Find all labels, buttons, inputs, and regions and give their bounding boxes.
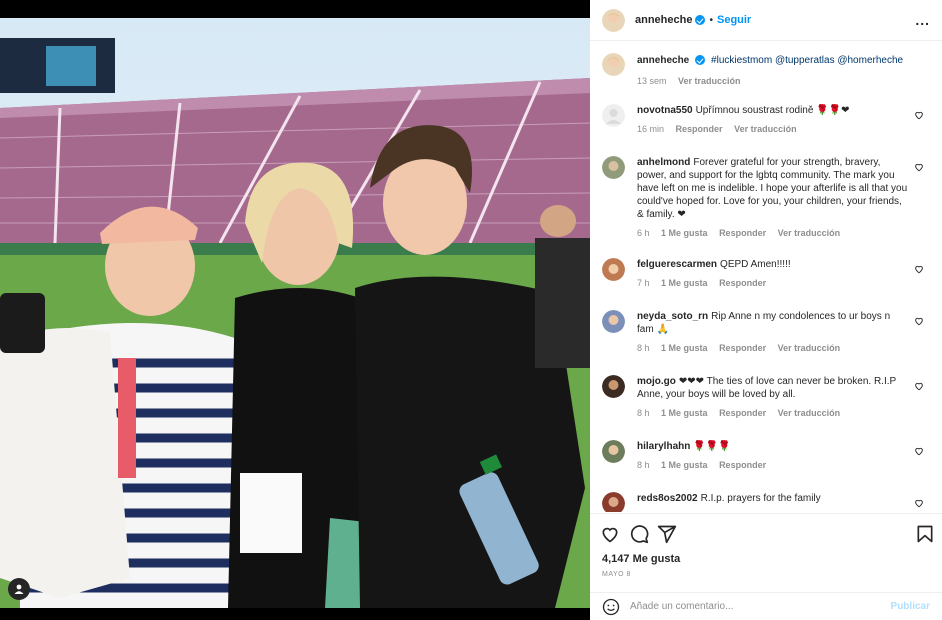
post-caption: anneheche #luckiestmom @tupperatlas @hom… xyxy=(602,53,932,86)
like-count[interactable]: 4,147 Me gusta xyxy=(602,553,680,565)
comment-username[interactable]: reds8os2002 xyxy=(637,493,698,504)
comment-username[interactable]: anhelmond xyxy=(637,157,690,168)
caption-username[interactable]: anneheche xyxy=(637,55,689,66)
add-comment-input[interactable] xyxy=(630,601,880,612)
post-actions: 4,147 Me gusta MAYO 8 xyxy=(590,513,942,593)
comment-text: QEPD Amen!!!!! xyxy=(720,259,791,270)
heart-icon[interactable] xyxy=(914,381,924,391)
like-count[interactable]: 1 Me gusta xyxy=(661,408,708,418)
reply-button[interactable]: Responder xyxy=(719,278,766,288)
post-username[interactable]: anneheche xyxy=(635,14,692,26)
share-icon[interactable] xyxy=(657,524,677,544)
heart-icon[interactable] xyxy=(914,264,924,274)
comment-time[interactable]: 7 h xyxy=(637,278,650,288)
avatar[interactable] xyxy=(602,53,625,76)
heart-icon[interactable] xyxy=(914,498,924,508)
comment-text: 🌹🌹🌹 xyxy=(693,441,731,452)
comment-item: hilarylhahn 🌹🌹🌹 8 h 1 Me gusta Responder xyxy=(602,440,932,470)
caption-time[interactable]: 13 sem xyxy=(637,76,667,86)
verified-badge-icon xyxy=(695,55,706,66)
add-comment-bar: Publicar xyxy=(590,592,942,620)
comment-item: neyda_soto_rn Rip Anne n my condolences t… xyxy=(602,310,932,353)
comment-username[interactable]: felgueres​carmen xyxy=(637,259,717,270)
post-photo[interactable] xyxy=(0,18,590,608)
like-count[interactable]: 1 Me gusta xyxy=(661,278,708,288)
publish-button[interactable]: Publicar xyxy=(891,601,930,612)
comment-time[interactable]: 8 h xyxy=(637,460,650,470)
comment-time[interactable]: 16 min xyxy=(637,124,664,134)
comment-username[interactable]: hilarylhahn xyxy=(637,441,690,452)
more-icon[interactable]: ... xyxy=(915,12,930,28)
avatar[interactable] xyxy=(602,492,625,512)
comment-item: felgueres​carmen QEPD Amen!!!!! 7 h 1 Me … xyxy=(602,258,932,288)
verified-badge-icon xyxy=(695,15,706,25)
follow-button[interactable]: Seguir xyxy=(717,14,751,26)
comment-time[interactable]: 8 h xyxy=(637,343,650,353)
avatar[interactable] xyxy=(602,310,625,333)
reply-button[interactable]: Responder xyxy=(676,124,723,134)
reply-button[interactable]: Responder xyxy=(719,460,766,470)
translate-link[interactable]: Ver traducción xyxy=(778,408,841,418)
post-date[interactable]: MAYO 8 xyxy=(602,571,631,578)
heart-icon[interactable] xyxy=(914,162,924,172)
post-sidebar: anneheche • Seguir ... anneheche #luckie… xyxy=(590,0,942,620)
comment-username[interactable]: neyda_soto_rn xyxy=(637,311,708,322)
comment-username[interactable]: novotna550 xyxy=(637,105,693,116)
separator-dot: • xyxy=(709,14,713,26)
avatar[interactable] xyxy=(602,156,625,179)
translate-link[interactable]: Ver traducción xyxy=(778,228,841,238)
post-header: anneheche • Seguir ... xyxy=(590,0,942,41)
heart-icon[interactable] xyxy=(914,110,924,120)
like-count[interactable]: 1 Me gusta xyxy=(661,343,708,353)
bookmark-icon[interactable] xyxy=(915,524,935,544)
heart-icon[interactable] xyxy=(914,446,924,456)
avatar[interactable] xyxy=(602,8,625,32)
like-count[interactable]: 1 Me gusta xyxy=(661,460,708,470)
heart-icon[interactable] xyxy=(600,524,620,544)
translate-link[interactable]: Ver traducción xyxy=(734,124,797,134)
translate-link[interactable]: Ver traducción xyxy=(678,76,741,86)
comment-item: novotna550 Upřímnou soustrast rodině 🌹🌹❤ … xyxy=(602,104,932,134)
avatar[interactable] xyxy=(602,258,625,281)
comment-item: anhelmond Forever grateful for your stren… xyxy=(602,156,932,238)
user-tag-icon[interactable] xyxy=(8,578,30,600)
comment-icon[interactable] xyxy=(629,524,649,544)
comment-username[interactable]: mojo.go xyxy=(637,376,676,387)
comment-item: mojo.go ❤❤❤ The ties of love can never be… xyxy=(602,375,932,418)
caption-text[interactable]: #luckiestmom @tupperatlas @homerheche xyxy=(711,55,903,66)
avatar[interactable] xyxy=(602,375,625,398)
emoji-icon[interactable] xyxy=(602,598,620,616)
photo-illustration xyxy=(0,18,590,608)
like-count[interactable]: 1 Me gusta xyxy=(661,228,708,238)
comment-item: reds8os2002 R.I.p. prayers for the family xyxy=(602,492,932,512)
comments-list[interactable]: anneheche #luckiestmom @tupperatlas @hom… xyxy=(590,42,942,512)
comment-text: R.I.p. prayers for the family xyxy=(700,493,821,504)
reply-button[interactable]: Responder xyxy=(719,228,766,238)
translate-link[interactable]: Ver traducción xyxy=(778,343,841,353)
heart-icon[interactable] xyxy=(914,316,924,326)
comment-text: Upřímnou soustrast rodině 🌹🌹❤ xyxy=(695,105,850,116)
avatar[interactable] xyxy=(602,440,625,463)
reply-button[interactable]: Responder xyxy=(719,408,766,418)
comment-time[interactable]: 6 h xyxy=(637,228,650,238)
comment-time[interactable]: 8 h xyxy=(637,408,650,418)
reply-button[interactable]: Responder xyxy=(719,343,766,353)
avatar[interactable] xyxy=(602,104,625,127)
instagram-post-view: anneheche • Seguir ... anneheche #luckie… xyxy=(0,0,942,620)
